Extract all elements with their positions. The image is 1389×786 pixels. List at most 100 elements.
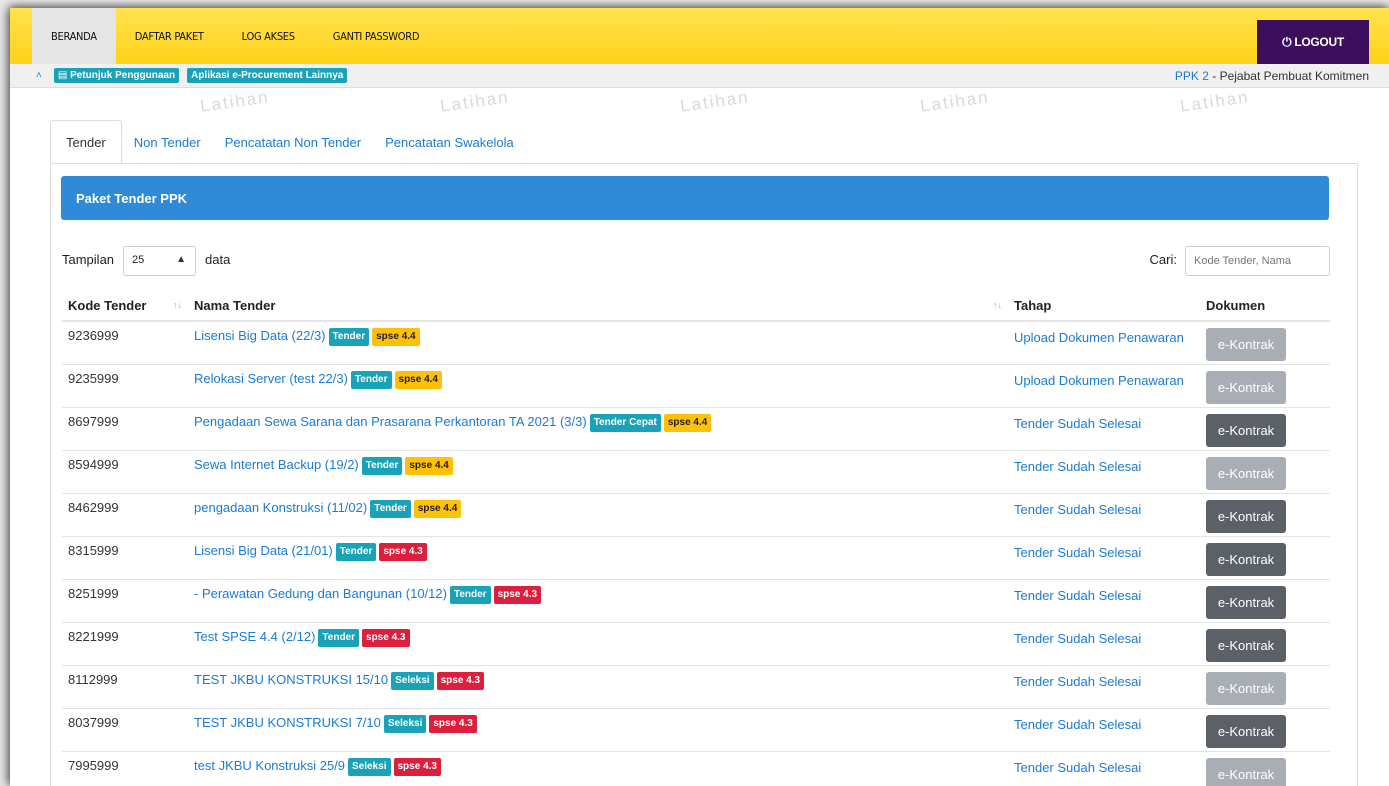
- tahap-link[interactable]: Tender Sudah Selesai: [1014, 416, 1141, 431]
- search-input[interactable]: [1185, 246, 1330, 276]
- page-size-select[interactable]: 25 ▲: [123, 246, 196, 276]
- tahap-link[interactable]: Tender Sudah Selesai: [1014, 545, 1141, 560]
- tab[interactable]: Pencatatan Swakelola: [373, 120, 526, 164]
- tab[interactable]: Tender: [50, 120, 122, 164]
- logout-button[interactable]: ⏻ LOGOUT: [1257, 20, 1369, 64]
- watermark-text: Latihan: [1178, 87, 1251, 116]
- dokumen-cell: e-Kontrak: [1200, 492, 1330, 536]
- tahap-cell: Tender Sudah Selesai: [1008, 449, 1200, 493]
- tender-name-link[interactable]: TEST JKBU KONSTRUKSI 15/10: [194, 672, 388, 687]
- tahap-link[interactable]: Upload Dokumen Penawaran: [1014, 373, 1184, 388]
- table-row: 7995999 test JKBU Konstruksi 25/9 Seleksi s…: [62, 750, 1330, 786]
- tahap-link[interactable]: Upload Dokumen Penawaran: [1014, 330, 1184, 345]
- table-row: 8462999 pengadaan Konstruksi (11/02) Tende…: [62, 492, 1330, 536]
- tender-name-link[interactable]: Lisensi Big Data (22/3): [194, 328, 326, 343]
- col-dokumen: Dokumen: [1200, 290, 1330, 322]
- col-dokumen-label: Dokumen: [1206, 297, 1266, 313]
- e-kontrak-button[interactable]: e-Kontrak: [1206, 328, 1286, 361]
- e-kontrak-button[interactable]: e-Kontrak: [1206, 671, 1286, 705]
- tab[interactable]: Pencatatan Non Tender: [213, 120, 373, 164]
- jenis-badge: Tender: [370, 499, 411, 518]
- dokumen-cell: e-Kontrak: [1200, 406, 1330, 450]
- nama-cell: Relokasi Server (test 22/3) Tender spse 4.…: [188, 363, 1008, 407]
- e-kontrak-button[interactable]: e-Kontrak: [1206, 585, 1286, 619]
- page-size-value: 25: [132, 254, 145, 266]
- tender-table: Kode Tender ↑↓ Nama Tender ↑↓ Tahap Dokume…: [62, 290, 1330, 786]
- version-badge: spse 4.3: [436, 671, 485, 690]
- kode-cell: 8697999: [62, 406, 188, 450]
- tahap-link[interactable]: Tender Sudah Selesai: [1014, 760, 1141, 775]
- panel-title: Paket Tender PPK: [61, 176, 1329, 220]
- show-suffix: data: [205, 252, 231, 267]
- tabs-bar: Tender Non Tender Pencatatan Non Tender Pen…: [50, 120, 1349, 164]
- sort-icon: ↑↓: [993, 300, 1002, 310]
- col-nama-label: Nama Tender: [194, 297, 276, 313]
- aplikasi-link[interactable]: Aplikasi e-Procurement Lainnya: [187, 68, 348, 83]
- nama-cell: Lisensi Big Data (22/3) Tender spse 4.4: [188, 320, 1008, 364]
- tahap-link[interactable]: Tender Sudah Selesai: [1014, 631, 1141, 646]
- petunjuk-link[interactable]: ▤ Petunjuk Penggunaan: [53, 68, 180, 83]
- jenis-badge: Tender: [361, 456, 403, 475]
- watermark-text: Latihan: [918, 87, 991, 116]
- tender-name-link[interactable]: pengadaan Konstruksi (11/02): [194, 500, 367, 515]
- e-kontrak-button[interactable]: e-Kontrak: [1206, 542, 1286, 576]
- tahap-cell: Tender Sudah Selesai: [1008, 492, 1200, 536]
- nama-cell: TEST JKBU KONSTRUKSI 7/10 Seleksi spse 4.3: [188, 707, 1008, 751]
- collapse-chevron-icon[interactable]: ˄: [36, 70, 42, 81]
- user-role: PPK 2 - Pejabat Pembuat Komitmen: [1175, 69, 1369, 83]
- tender-name-link[interactable]: Relokasi Server (test 22/3): [194, 371, 348, 386]
- tahap-cell: Tender Sudah Selesai: [1008, 578, 1200, 622]
- tender-name-link[interactable]: test JKBU Konstruksi 25/9: [194, 758, 345, 773]
- nama-cell: Pengadaan Sewa Sarana dan Prasarana Perk…: [188, 406, 1008, 450]
- tahap-link[interactable]: Tender Sudah Selesai: [1014, 588, 1141, 603]
- nav-item[interactable]: LOG AKSES: [223, 8, 314, 64]
- role-link[interactable]: PPK 2: [1175, 69, 1209, 83]
- nav-item[interactable]: DAFTAR PAKET: [116, 8, 223, 64]
- dokumen-cell: e-Kontrak: [1200, 363, 1330, 407]
- app-window: BERANDA DAFTAR PAKET LOG AKSES GANTI PASSWO…: [10, 8, 1389, 786]
- kode-cell: 9235999: [62, 363, 188, 407]
- e-kontrak-button[interactable]: e-Kontrak: [1206, 370, 1286, 404]
- tahap-cell: Tender Sudah Selesai: [1008, 707, 1200, 751]
- nama-cell: Test SPSE 4.4 (2/12) Tender spse 4.3: [188, 621, 1008, 665]
- jenis-badge: Tender: [328, 328, 370, 346]
- nama-cell: - Perawatan Gedung dan Bangunan (10/12) T…: [188, 578, 1008, 622]
- petunjuk-label: Petunjuk Penggunaan: [70, 70, 176, 81]
- jenis-badge: Tender Cepat: [589, 413, 661, 432]
- e-kontrak-button[interactable]: e-Kontrak: [1206, 499, 1286, 533]
- watermark-text: Latihan: [438, 87, 511, 116]
- tender-name-link[interactable]: Test SPSE 4.4 (2/12): [194, 629, 315, 644]
- e-kontrak-button[interactable]: e-Kontrak: [1206, 413, 1286, 447]
- kode-cell: 9236999: [62, 320, 188, 364]
- dokumen-cell: e-Kontrak: [1200, 449, 1330, 493]
- col-nama[interactable]: Nama Tender ↑↓: [188, 290, 1008, 322]
- tender-name-link[interactable]: TEST JKBU KONSTRUKSI 7/10: [194, 715, 381, 730]
- top-navbar: BERANDA DAFTAR PAKET LOG AKSES GANTI PASSWO…: [10, 8, 1389, 64]
- search-label: Cari:: [1149, 252, 1177, 267]
- table-header-row: Kode Tender ↑↓ Nama Tender ↑↓ Tahap Dokume…: [62, 290, 1330, 322]
- kode-cell: 8251999: [62, 578, 188, 622]
- nav-item[interactable]: BERANDA: [32, 8, 116, 64]
- tahap-link[interactable]: Tender Sudah Selesai: [1014, 502, 1141, 517]
- nama-cell: TEST JKBU KONSTRUKSI 15/10 Seleksi spse 4.…: [188, 664, 1008, 708]
- e-kontrak-button[interactable]: e-Kontrak: [1206, 628, 1286, 662]
- col-kode[interactable]: Kode Tender ↑↓: [62, 290, 188, 322]
- tahap-link[interactable]: Tender Sudah Selesai: [1014, 674, 1141, 689]
- tahap-cell: Upload Dokumen Penawaran: [1008, 363, 1200, 407]
- tender-name-link[interactable]: Sewa Internet Backup (19/2): [194, 457, 359, 472]
- tender-name-link[interactable]: Lisensi Big Data (21/01): [194, 543, 333, 558]
- e-kontrak-button[interactable]: e-Kontrak: [1206, 456, 1286, 490]
- tender-name-link[interactable]: - Perawatan Gedung dan Bangunan (10/12): [194, 586, 447, 601]
- tender-name-link[interactable]: Pengadaan Sewa Sarana dan Prasarana Perk…: [194, 414, 587, 429]
- nav-item[interactable]: GANTI PASSWORD: [314, 8, 438, 64]
- e-kontrak-button[interactable]: e-Kontrak: [1206, 757, 1286, 786]
- tahap-link[interactable]: Tender Sudah Selesai: [1014, 459, 1141, 474]
- watermark-text: Latihan: [678, 87, 751, 116]
- table-row: 9235999 Relokasi Server (test 22/3) Tender…: [62, 363, 1330, 407]
- e-kontrak-button[interactable]: e-Kontrak: [1206, 714, 1286, 748]
- tab[interactable]: Non Tender: [122, 120, 213, 164]
- tahap-cell: Tender Sudah Selesai: [1008, 664, 1200, 708]
- tahap-link[interactable]: Tender Sudah Selesai: [1014, 717, 1141, 732]
- tahap-cell: Tender Sudah Selesai: [1008, 406, 1200, 450]
- jenis-badge: Seleksi: [348, 757, 391, 776]
